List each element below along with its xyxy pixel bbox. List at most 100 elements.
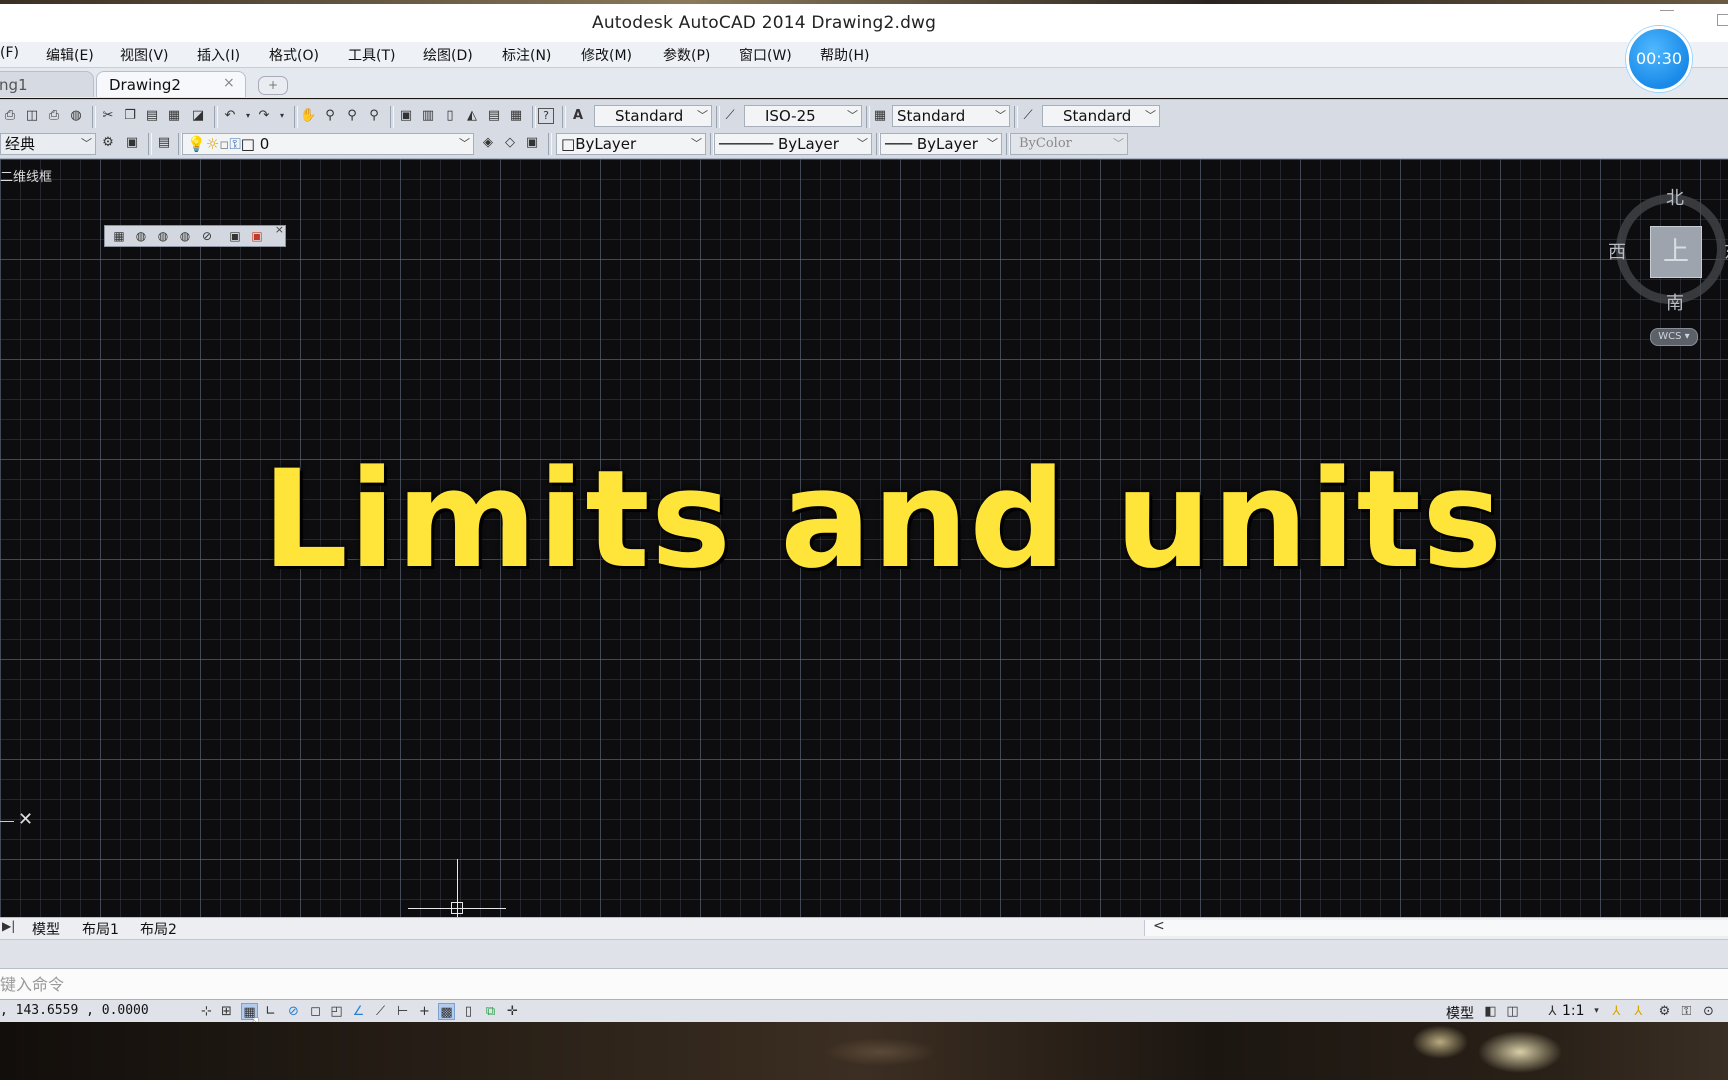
redo-dropdown-icon[interactable]: ▾ xyxy=(274,108,290,124)
menu-insert[interactable]: 插入(I) xyxy=(197,45,240,65)
tab-layout2[interactable]: 布局2 xyxy=(140,919,177,939)
workspace-settings-icon[interactable]: ⚙ xyxy=(100,135,116,151)
no-shading-icon[interactable]: ⊘ xyxy=(199,228,215,244)
viewcube-top-face[interactable]: 上 xyxy=(1650,226,1702,278)
tab-model[interactable]: 模型 xyxy=(32,919,60,939)
calculator-icon[interactable]: ▦ xyxy=(508,108,524,124)
menu-help[interactable]: 帮助(H) xyxy=(820,45,869,65)
compass-south[interactable]: 南 xyxy=(1666,289,1684,315)
menu-parametric[interactable]: 参数(P) xyxy=(663,45,710,65)
help-icon[interactable]: ? xyxy=(538,108,554,124)
lineweight-display-icon[interactable]: + xyxy=(416,1003,433,1020)
dynamic-input-icon[interactable]: ⊢ xyxy=(394,1003,411,1020)
menu-tools[interactable]: 工具(T) xyxy=(348,45,395,65)
delete-icon[interactable]: ▣ xyxy=(249,228,265,244)
annotation-scale-icon[interactable]: ⅄ xyxy=(1544,1003,1561,1020)
zoom-window-icon[interactable]: ⚲ xyxy=(344,108,360,124)
linetype-select[interactable]: ────── ByLayer ﹀ xyxy=(714,133,872,155)
close-icon[interactable]: × xyxy=(275,223,284,236)
design-center-icon[interactable]: ▥ xyxy=(420,108,436,124)
annotation-scale-value[interactable]: 1:1 xyxy=(1562,1003,1585,1019)
compass-north[interactable]: 北 xyxy=(1666,184,1684,210)
clean-screen-icon[interactable]: ⊙ xyxy=(1700,1003,1717,1020)
object-snap-icon[interactable]: ◻ xyxy=(307,1003,324,1020)
maximize-button[interactable] xyxy=(1717,14,1728,26)
minimize-button[interactable] xyxy=(1660,10,1674,12)
auto-scale-icon[interactable]: ⅄ xyxy=(1630,1003,1647,1020)
zoom-previous-icon[interactable]: ⚲ xyxy=(366,108,382,124)
infer-constraints-icon[interactable]: ⊹ xyxy=(198,1003,215,1020)
3d-print-icon[interactable]: ◍ xyxy=(68,108,84,124)
undo-dropdown-icon[interactable]: ▾ xyxy=(240,108,256,124)
block-editor-icon[interactable]: ◪ xyxy=(190,108,206,124)
table-style-icon[interactable]: ▦ xyxy=(872,108,888,124)
copy-icon[interactable]: ❐ xyxy=(122,108,138,124)
menu-view[interactable]: 视图(V) xyxy=(120,45,169,65)
menu-edit[interactable]: 编辑(E) xyxy=(46,45,94,65)
quick-properties-icon[interactable]: ▯ xyxy=(460,1003,477,1020)
wcs-menu[interactable]: WCS ▾ xyxy=(1650,328,1698,346)
text-style-icon[interactable]: A xyxy=(570,108,586,124)
model-space-label[interactable]: 模型 xyxy=(1446,1003,1474,1023)
toolbar-lock-icon[interactable]: ⚿ xyxy=(1678,1003,1695,1020)
viewcube[interactable]: 上 北 西 南 东 WCS ▾ xyxy=(1608,184,1728,346)
layer-properties-icon[interactable]: ▤ xyxy=(156,135,172,151)
horizontal-scrollbar[interactable]: < xyxy=(1144,918,1728,936)
match-properties-icon[interactable]: ▦ xyxy=(166,108,182,124)
workspace-select[interactable]: 经典 ﹀ xyxy=(0,133,96,155)
command-input[interactable] xyxy=(0,973,1700,995)
compass-east[interactable]: 东 xyxy=(1724,238,1728,264)
table-style-select[interactable]: Standard ﹀ xyxy=(892,105,1010,127)
mleader-style-select[interactable]: Standard ﹀ xyxy=(1042,105,1160,127)
snap-mode-icon[interactable]: ⊞ xyxy=(218,1003,235,1020)
menu-modify[interactable]: 修改(M) xyxy=(581,45,632,65)
undo-icon[interactable]: ↶ xyxy=(222,108,238,124)
text-style-select[interactable]: Standard ﹀ xyxy=(594,105,712,127)
annotation-monitor-icon[interactable]: ✛ xyxy=(504,1003,521,1020)
menu-format[interactable]: 格式(O) xyxy=(269,45,319,65)
floating-view-toolbar[interactable]: ▦ ◍ ◍ ◍ ⊘ ▣ ▣ × xyxy=(104,223,286,247)
plot-icon[interactable]: ⎙ xyxy=(2,108,18,124)
scale-dropdown-icon[interactable]: ▾ xyxy=(1588,1003,1605,1020)
color-select[interactable]: □ByLayer ﹀ xyxy=(556,133,706,155)
new-tab-button[interactable]: + xyxy=(258,76,288,95)
dim-style-select[interactable]: ISO-25 ﹀ xyxy=(744,105,862,127)
visual-style-label[interactable]: 二维线框 xyxy=(0,166,52,185)
tab-drawing1[interactable]: ng1 xyxy=(0,71,94,97)
quick-view-drawings-icon[interactable]: ◫ xyxy=(1504,1003,1521,1020)
transparency-icon[interactable]: ▩ xyxy=(438,1003,455,1020)
ortho-mode-icon[interactable]: ∟ xyxy=(262,1003,279,1020)
layout-nav-icon[interactable]: ▶| xyxy=(2,919,15,933)
markup-icon[interactable]: ▤ xyxy=(486,108,502,124)
redo-icon[interactable]: ↷ xyxy=(256,108,272,124)
menu-draw[interactable]: 绘图(D) xyxy=(423,45,473,65)
properties-icon[interactable]: ▣ xyxy=(398,108,414,124)
layer-state-icon[interactable]: ▣ xyxy=(524,135,540,151)
lineweight-select[interactable]: ─── ByLayer ﹀ xyxy=(880,133,1002,155)
menu-file[interactable]: (F) xyxy=(0,45,19,61)
scroll-left-icon[interactable]: < xyxy=(1153,918,1165,934)
3d-object-snap-icon[interactable]: ◰ xyxy=(328,1003,345,1020)
compass-west[interactable]: 西 xyxy=(1608,238,1626,264)
command-line[interactable] xyxy=(0,968,1728,1000)
box-icon[interactable]: ▣ xyxy=(227,228,243,244)
quick-view-layouts-icon[interactable]: ◧ xyxy=(1482,1003,1499,1020)
drawing-viewport[interactable]: 二维线框 ▦ ◍ ◍ ◍ ⊘ ▣ ▣ × Limits and units 上 … xyxy=(0,159,1728,917)
tab-layout1[interactable]: 布局1 xyxy=(82,919,119,939)
sphere-remove-icon[interactable]: ◍ xyxy=(177,228,193,244)
plot-preview-icon[interactable]: ◫ xyxy=(24,108,40,124)
pan-icon[interactable]: ✋ xyxy=(300,108,316,124)
publish-icon[interactable]: ⎙ xyxy=(46,108,62,124)
grid-view-icon[interactable]: ▦ xyxy=(111,228,127,244)
menu-dimension[interactable]: 标注(N) xyxy=(502,45,551,65)
cut-icon[interactable]: ✂ xyxy=(100,108,116,124)
zoom-realtime-icon[interactable]: ⚲ xyxy=(322,108,338,124)
sphere-add-icon[interactable]: ◍ xyxy=(155,228,171,244)
paste-icon[interactable]: ▤ xyxy=(144,108,160,124)
polar-tracking-icon[interactable]: ⊘ xyxy=(285,1003,302,1020)
menu-window[interactable]: 窗口(W) xyxy=(739,45,792,65)
layer-previous-icon[interactable]: ◇ xyxy=(502,135,518,151)
dynamic-ucs-icon[interactable]: ⟋ xyxy=(372,1003,389,1020)
sphere-icon[interactable]: ◍ xyxy=(133,228,149,244)
make-current-layer-icon[interactable]: ◈ xyxy=(480,135,496,151)
